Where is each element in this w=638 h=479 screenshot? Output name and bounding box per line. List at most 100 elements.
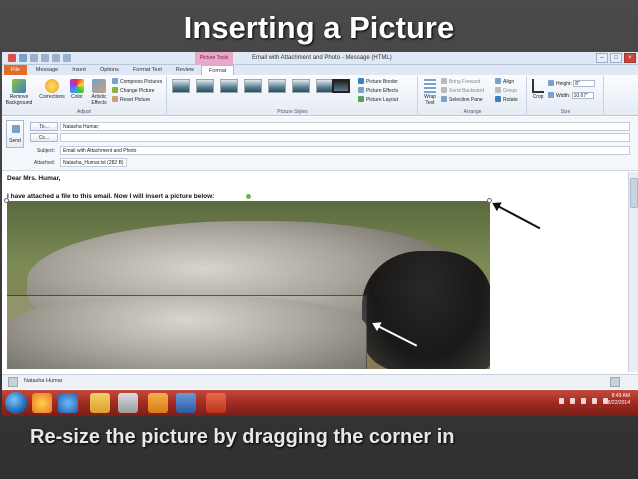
people-name: Natasha Humar — [24, 378, 63, 384]
avatar[interactable] — [610, 377, 620, 387]
crop-icon — [532, 79, 544, 93]
vertical-scrollbar[interactable] — [628, 172, 638, 372]
media-icon[interactable] — [118, 393, 138, 413]
artistic-effects-icon — [92, 79, 106, 93]
tray-icon[interactable] — [581, 398, 586, 404]
message-body[interactable]: Dear Mrs. Humar, I have attached a file … — [2, 172, 628, 370]
style-thumbnail-selected[interactable] — [332, 79, 350, 93]
remove-background-icon — [12, 79, 26, 93]
selection-pane-label: Selection Pane — [449, 97, 483, 103]
redo-icon[interactable] — [41, 54, 49, 62]
color-button[interactable]: Color — [68, 79, 86, 100]
scroll-thumb[interactable] — [630, 178, 638, 208]
resize-handle-top-left[interactable] — [4, 198, 9, 203]
window-title: Email with Attachment and Photo - Messag… — [252, 55, 392, 61]
picture-styles-group: Picture Border Picture Effects Picture L… — [168, 76, 418, 116]
down-arrow-icon[interactable] — [63, 54, 71, 62]
group-button[interactable]: Group — [495, 87, 517, 95]
adjust-group-label: Adjust — [77, 109, 91, 115]
resize-preview-outline — [7, 295, 367, 369]
selection-pane-button[interactable]: Selection Pane — [441, 96, 483, 104]
attachment-chip[interactable]: Natasha_Humar.txt (282 B) — [60, 158, 127, 167]
size-group-label: Size — [560, 109, 571, 115]
change-picture-button[interactable]: Change Picture — [112, 87, 154, 95]
tab-review[interactable]: Review — [169, 65, 201, 75]
reset-picture-icon — [112, 96, 118, 102]
compress-pictures-button[interactable]: Compress Pictures — [112, 78, 162, 86]
style-thumbnail[interactable] — [268, 79, 286, 93]
remove-background-label: Remove Background — [5, 94, 33, 106]
picture-effects-button[interactable]: Picture Effects — [358, 87, 398, 95]
align-button[interactable]: Align — [495, 78, 514, 86]
remove-background-button[interactable]: Remove Background — [4, 79, 34, 106]
height-label: Height: — [556, 81, 572, 87]
outlook-taskbar-icon[interactable] — [148, 393, 168, 413]
start-button-icon[interactable] — [5, 392, 27, 414]
bring-forward-button[interactable]: Bring Forward — [441, 78, 480, 86]
slide-caption: Re-size the picture by dragging the corn… — [30, 426, 455, 448]
tab-options[interactable]: Options — [93, 65, 126, 75]
to-button[interactable]: To... — [30, 122, 58, 131]
style-thumbnail[interactable] — [220, 79, 238, 93]
artistic-effects-button[interactable]: Artistic Effects — [88, 79, 110, 106]
cc-field[interactable] — [60, 133, 630, 142]
rotate-handle[interactable] — [246, 194, 251, 199]
change-picture-icon — [112, 87, 118, 93]
koala-picture[interactable] — [7, 201, 490, 369]
slide: Inserting a Picture Picture Tools Email … — [0, 0, 638, 479]
color-label: Color — [71, 94, 83, 100]
chrome-icon[interactable] — [32, 393, 52, 413]
folder-icon[interactable] — [90, 393, 110, 413]
rotate-icon — [495, 96, 501, 102]
width-input[interactable]: 10.67" — [571, 92, 594, 100]
cc-row: Cc... — [30, 133, 630, 142]
height-input[interactable]: 8" — [573, 80, 596, 88]
style-thumbnail[interactable] — [196, 79, 214, 93]
send-button[interactable]: Send — [6, 120, 24, 148]
avatar[interactable] — [8, 377, 18, 387]
minimize-button[interactable]: – — [596, 53, 608, 63]
ribbon-tabs: File Message Insert Options Format Text … — [2, 65, 638, 75]
internet-explorer-icon[interactable] — [58, 393, 78, 413]
to-row: To... Natasha Humar; — [30, 122, 630, 131]
to-field[interactable]: Natasha Humar; — [60, 122, 630, 131]
tab-insert[interactable]: Insert — [65, 65, 93, 75]
picture-layout-button[interactable]: Picture Layout — [358, 96, 398, 104]
fur-shape-dark — [362, 251, 490, 369]
undo-icon[interactable] — [30, 54, 38, 62]
up-arrow-icon[interactable] — [52, 54, 60, 62]
crop-button[interactable]: Crop — [530, 79, 546, 100]
word-icon[interactable] — [176, 393, 196, 413]
subject-row: Subject: Email with Attachment and Photo — [30, 146, 630, 155]
tab-message[interactable]: Message — [29, 65, 65, 75]
layout-icon — [358, 96, 364, 102]
tray-icon[interactable] — [570, 398, 575, 404]
callout-arrow-icon — [493, 203, 541, 230]
send-backward-button[interactable]: Send Backward — [441, 87, 484, 95]
picture-styles-group-label: Picture Styles — [277, 109, 308, 115]
tab-format[interactable]: Format — [200, 65, 235, 75]
corrections-button[interactable]: Corrections — [38, 79, 66, 100]
close-button[interactable]: × — [624, 53, 636, 63]
style-thumbnail[interactable] — [244, 79, 262, 93]
volume-icon[interactable] — [592, 398, 597, 404]
tray-icon[interactable] — [559, 398, 564, 404]
style-thumbnail[interactable] — [172, 79, 190, 93]
tab-format-text[interactable]: Format Text — [126, 65, 169, 75]
powerpoint-icon[interactable] — [206, 393, 226, 413]
picture-layout-label: Picture Layout — [366, 97, 398, 103]
subject-field[interactable]: Email with Attachment and Photo — [60, 146, 630, 155]
reset-picture-button[interactable]: Reset Picture — [112, 96, 150, 104]
wrap-text-button[interactable]: Wrap Text — [421, 79, 439, 106]
clock[interactable]: 8:49 AM 8/22/2014 — [608, 393, 630, 407]
cc-button[interactable]: Cc... — [30, 133, 58, 142]
rotate-button[interactable]: Rotate — [495, 96, 518, 104]
maximize-button[interactable]: □ — [610, 53, 622, 63]
save-icon[interactable] — [19, 54, 27, 62]
width-label: Width: — [556, 93, 571, 99]
style-thumbnail[interactable] — [292, 79, 310, 93]
sun-icon — [45, 79, 59, 93]
tab-file[interactable]: File — [4, 65, 27, 75]
picture-border-button[interactable]: Picture Border — [358, 78, 398, 86]
height-row: Height: 8" — [548, 80, 596, 88]
